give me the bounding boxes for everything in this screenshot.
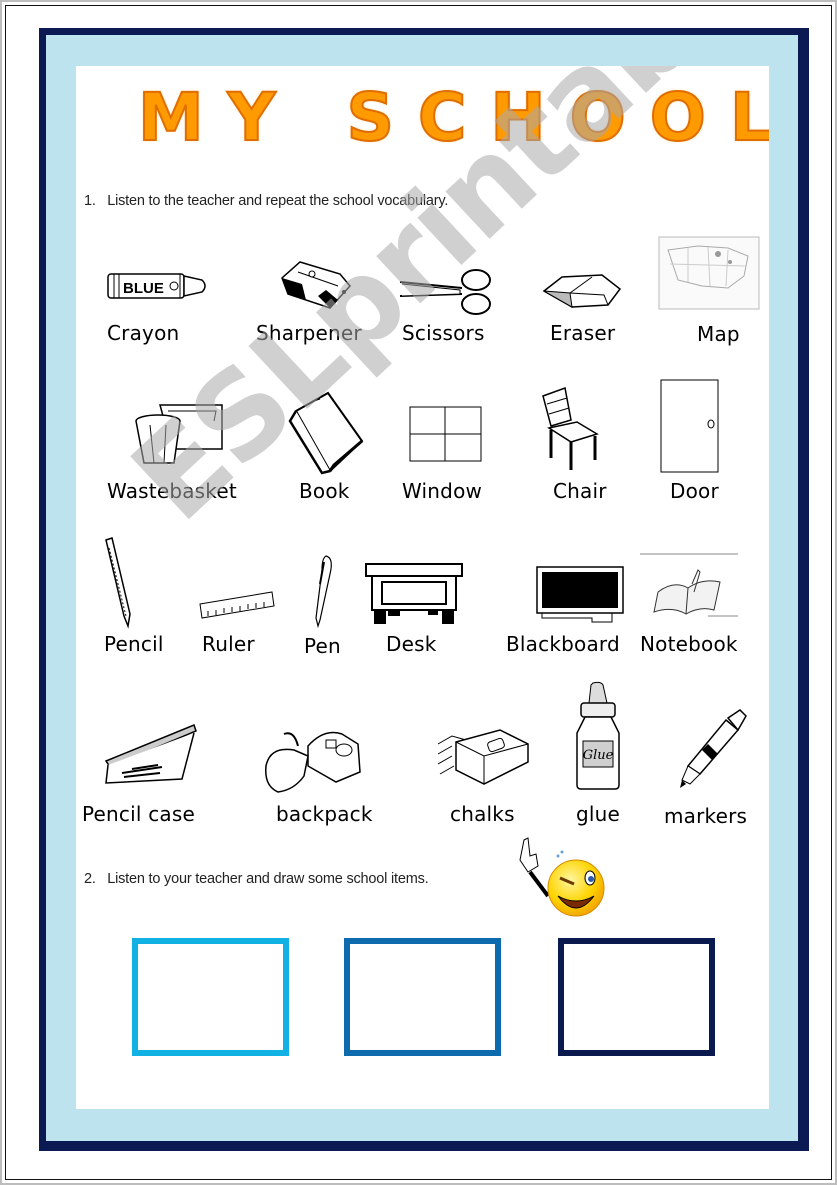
exercise-1-instruction: 1. Listen to the teacher and repeat the … (84, 193, 448, 209)
drawing-box-1[interactable] (132, 938, 289, 1056)
vocab-label: Sharpener (256, 321, 362, 345)
worksheet-panel: MY SCHOOL 1. Listen to the teacher and r… (76, 66, 769, 1109)
chalks-icon (437, 729, 529, 785)
chair-icon (542, 386, 599, 470)
vocab-label: Ruler (202, 632, 255, 656)
exercise-2-text: Listen to your teacher and draw some sch… (107, 871, 429, 887)
markers-icon (680, 709, 747, 788)
scissors-icon (399, 269, 491, 315)
vocab-label: chalks (450, 802, 515, 826)
svg-text:BLUE: BLUE (123, 280, 164, 297)
glue-icon: Glue (576, 681, 620, 790)
pencil-case-icon (104, 724, 197, 784)
vocab-label: Book (299, 479, 350, 503)
backpack-icon (265, 731, 361, 793)
vocab-label: Wastebasket (107, 479, 237, 503)
exercise-1-number: 1. (84, 193, 96, 209)
drawing-box-3[interactable] (558, 938, 715, 1056)
vocab-label: Map (697, 322, 740, 346)
notebook-icon (640, 553, 738, 617)
vocab-label: Crayon (107, 321, 180, 345)
vocab-label: Notebook (640, 632, 738, 656)
drawing-box-2[interactable] (344, 938, 501, 1056)
vocab-label: glue (576, 802, 621, 826)
vocab-label: Chair (553, 479, 607, 503)
map-icon (658, 236, 760, 310)
vocab-label: Blackboard (506, 632, 620, 656)
blackboard-icon (536, 566, 624, 623)
ruler-icon (199, 591, 275, 619)
eraser-icon (542, 274, 622, 308)
vocab-label: Door (670, 479, 719, 503)
window-icon (409, 406, 482, 462)
sharpener-icon (281, 261, 351, 309)
wastebasket-icon (135, 404, 223, 464)
exercise-1-text: Listen to the teacher and repeat the sch… (107, 193, 449, 209)
vocab-label: Pencil (104, 632, 164, 656)
worksheet-title: MY SCHOOL (137, 78, 769, 157)
pen-icon (315, 555, 332, 629)
vocab-label: markers (664, 804, 748, 828)
door-icon (660, 379, 719, 473)
vocab-label: backpack (276, 802, 373, 826)
svg-text:Glue: Glue (583, 748, 614, 763)
exercise-2-number: 2. (84, 871, 96, 887)
vocab-label: Pen (304, 634, 341, 658)
vocab-label: Window (402, 479, 483, 503)
desk-icon (365, 563, 463, 624)
pencil-icon (105, 537, 131, 629)
crayon-icon: BLUE (107, 273, 206, 299)
exercise-2-instruction: 2. Listen to your teacher and draw some … (84, 871, 429, 887)
winking-smiley-icon (519, 837, 605, 917)
vocab-label: Scissors (402, 321, 485, 345)
book-icon (288, 391, 364, 475)
vocab-label: Desk (386, 632, 437, 656)
vocab-label: Eraser (550, 321, 616, 345)
vocab-label: Pencil case (82, 802, 195, 826)
